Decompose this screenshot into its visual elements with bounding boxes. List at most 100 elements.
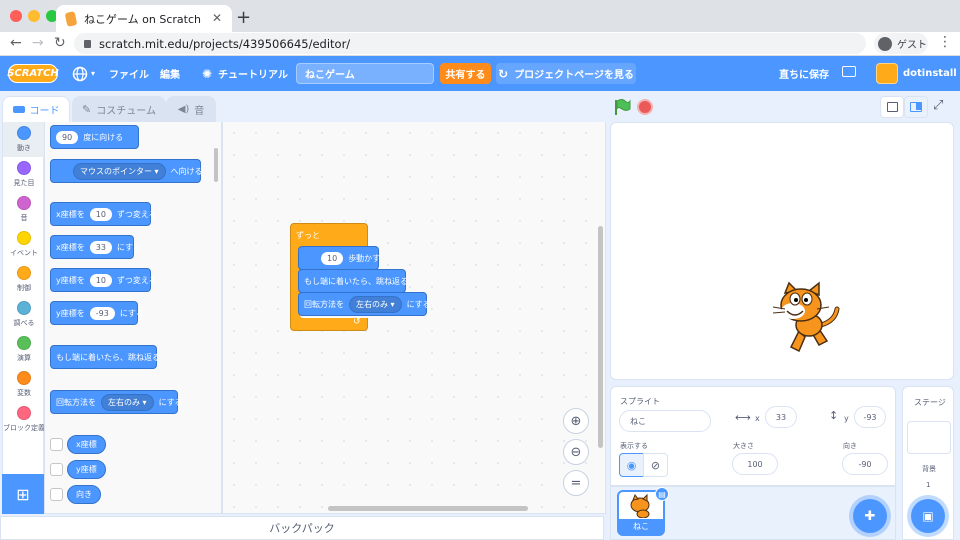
add-backdrop-button[interactable]: ▣ [911,499,945,533]
set-y-to-block[interactable]: y座標を -93 にする [50,301,144,325]
browser-menu-icon[interactable]: ⋮ [938,34,952,50]
block-input[interactable]: 10 [321,251,344,265]
close-tab-icon[interactable]: ✕ [212,11,222,25]
point-in-direction-block[interactable]: 90 度に向ける [50,125,139,149]
block-input[interactable]: 10 [89,207,112,221]
category-sound[interactable]: 音 [3,192,45,227]
browser-tab[interactable]: ねこゲーム on Scratch ✕ [56,5,232,32]
block-dropdown[interactable]: 左右のみ ▾ [349,295,402,313]
category-looks-dot-icon [17,161,31,175]
user-avatar[interactable] [876,63,898,84]
see-project-page-button[interactable]: ↻ プロジェクトページを見る [496,63,636,84]
dropdown-value: 左右のみ [356,299,388,309]
share-button[interactable]: 共有する [440,63,491,84]
move-steps-block[interactable]: 10 歩動かす [298,246,380,270]
workspace-vertical-scrollbar[interactable] [598,226,603,448]
sprite-tile[interactable]: ねこ ▤ [617,487,669,536]
project-title-input[interactable]: ねこゲーム [296,63,434,84]
category-label: 演算 [17,354,31,362]
sprite-name-input[interactable]: ねこ [619,410,711,432]
tab-sounds[interactable]: ◀) 音 [166,96,216,122]
category-label: 見た目 [13,179,35,187]
zoom-in-icon: ⊕ [570,413,582,429]
category-operators[interactable]: 演算 [3,332,45,367]
category-looks[interactable]: 見た目 [3,157,45,192]
profile-button[interactable]: ゲスト [874,33,928,54]
paintbrush-icon: ✎ [82,102,92,116]
category-motion[interactable]: 動き [3,122,45,157]
category-events[interactable]: イベント [3,227,45,262]
account-menu[interactable]: dotinstall ▾ [903,56,960,91]
zoom-out-button[interactable]: ⊖ [563,439,589,465]
save-now-button[interactable]: 直ちに保存 [779,56,829,91]
sprite-tile-name: ねこ [619,519,663,534]
bounce-on-edge-block[interactable]: もし端に着いたら、跳ね返る [50,345,160,369]
fullscreen-icon[interactable]: ⤢ [933,98,943,113]
zoom-in-button[interactable]: ⊕ [563,408,589,434]
block-input[interactable]: 10 [89,273,112,287]
forward-arrow-icon[interactable]: → [32,35,44,51]
cat-sprite-image[interactable] [771,281,843,357]
scratch-logo[interactable]: SCRATCH [7,64,59,83]
set-x-to-block[interactable]: x座標を 33 にする [50,235,141,259]
swap-arrows-icon: ↻ [498,66,509,81]
script-workspace[interactable] [222,122,606,514]
y-position-input[interactable]: -93 [854,406,886,428]
address-bar[interactable]: scratch.mit.edu/projects/439506645/edito… [74,33,866,54]
delete-sprite-button[interactable]: ▤ [655,487,669,501]
add-extension-button[interactable]: ⊞ [2,474,44,514]
language-menu[interactable]: ▾ [72,56,95,91]
window-minimize-button[interactable] [28,10,40,22]
block-input[interactable]: 90 [56,130,79,144]
my-stuff-folder-icon[interactable] [842,66,856,77]
stage-thumbnail[interactable] [907,421,951,454]
reload-icon[interactable]: ↻ [54,35,66,51]
y-position-reporter[interactable]: y座標 [67,460,106,479]
edit-menu[interactable]: 編集 [160,56,180,91]
category-sensing[interactable]: 調べる [3,297,45,332]
set-rotation-style-block[interactable]: 回転方法を 左右のみ ▾ にする [298,292,431,316]
show-x-position-checkbox[interactable] [50,438,63,451]
bounce-on-edge-block[interactable]: もし端に着いたら、跳ね返る [298,269,408,293]
backpack-bar[interactable]: バックパック [0,516,604,540]
new-tab-icon[interactable]: + [236,7,251,28]
block-dropdown[interactable]: マウスのポインター ▾ [73,162,166,180]
tab-costumes[interactable]: ✎ コスチューム [72,96,166,122]
x-position-reporter[interactable]: x座標 [67,435,106,454]
palette-scrollbar[interactable] [214,148,218,182]
show-y-position-checkbox[interactable] [50,463,63,476]
size-input[interactable]: 100 [732,453,778,475]
green-flag-icon[interactable] [613,98,631,116]
block-input[interactable]: -93 [89,306,115,320]
category-label: 変数 [17,389,31,397]
category-my-blocks[interactable]: ブロック定義 [3,402,45,437]
normal-stage-button[interactable] [904,96,928,118]
hide-sprite-button[interactable]: ⊘ [643,453,668,477]
category-variables[interactable]: 変数 [3,367,45,402]
window-close-button[interactable] [10,10,22,22]
block-dropdown[interactable]: 左右のみ ▾ [101,393,154,411]
x-position-input[interactable]: 33 [765,406,797,428]
show-label: 表示する [620,442,648,450]
tab-code[interactable]: コード [2,96,70,122]
direction-reporter[interactable]: 向き [67,485,101,504]
point-towards-block[interactable]: マウスのポインター ▾ へ向ける [50,159,203,183]
zoom-reset-button[interactable]: = [563,470,589,496]
block-input[interactable]: 33 [89,240,112,254]
tutorials-button[interactable]: ✺ チュートリアル [202,56,288,91]
workspace-horizontal-scrollbar[interactable] [328,506,528,511]
add-sprite-button[interactable]: ✚ [853,499,887,533]
direction-input[interactable]: -90 [842,453,888,475]
small-stage-button[interactable] [880,96,904,118]
globe-icon [72,66,88,81]
change-y-by-block[interactable]: y座標を 10 ずつ変える [50,268,157,292]
stop-sign-icon[interactable] [637,99,653,115]
stage-canvas[interactable] [610,122,954,380]
back-arrow-icon[interactable]: ← [10,35,22,51]
show-direction-checkbox[interactable] [50,488,63,501]
show-sprite-button[interactable]: ◉ [619,453,644,477]
change-x-by-block[interactable]: x座標を 10 ずつ変える [50,202,157,226]
category-control[interactable]: 制御 [3,262,45,297]
file-menu[interactable]: ファイル [109,56,149,91]
set-rotation-style-block[interactable]: 回転方法を 左右のみ ▾ にする [50,390,183,414]
